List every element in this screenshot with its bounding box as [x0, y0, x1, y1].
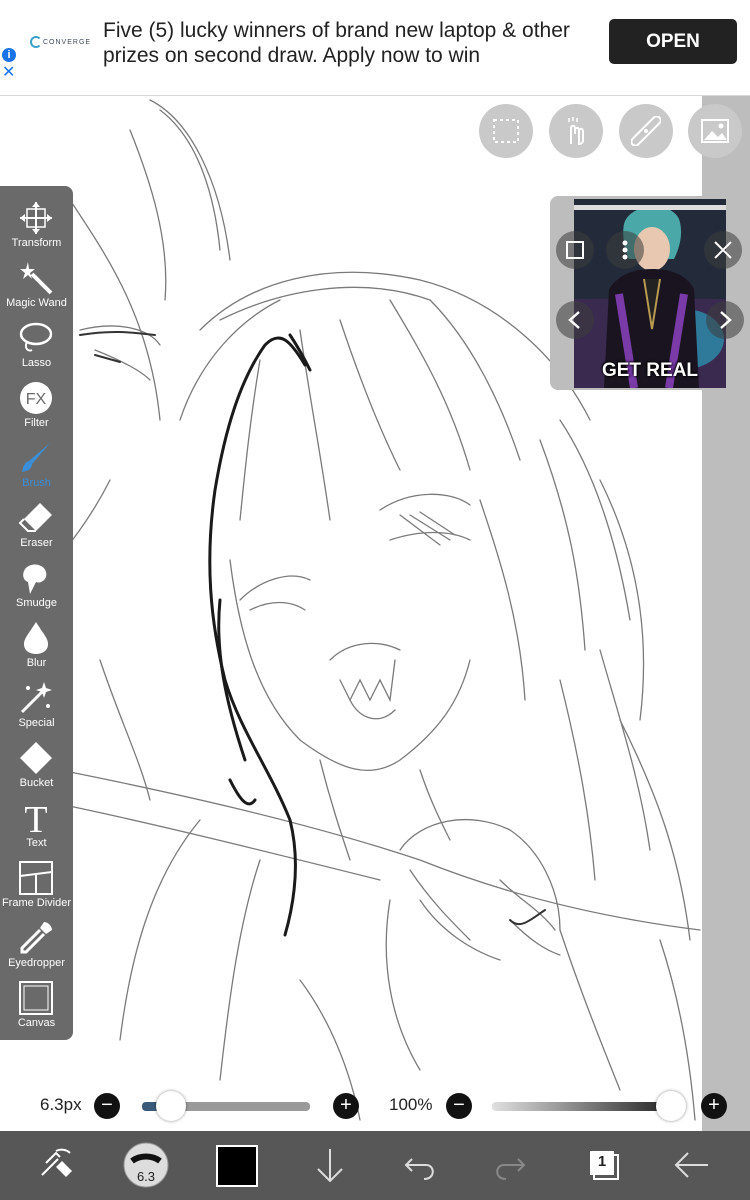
ad-banner[interactable]: i ✕ CONVERGE Five (5) lucky winners of b…: [0, 0, 750, 96]
color-swatch: [216, 1145, 258, 1187]
reference-caption: GET REAL: [601, 360, 699, 381]
undo-button[interactable]: [396, 1141, 444, 1189]
tool-transform[interactable]: Transform: [0, 186, 73, 249]
brush-size-value: 6.3px: [40, 1095, 82, 1114]
selection-icon: [493, 119, 519, 143]
opacity-value: 100%: [389, 1095, 433, 1114]
blur-icon: [24, 622, 48, 654]
opacity-decrease-button[interactable]: −: [446, 1093, 472, 1119]
svg-text:T: T: [24, 800, 47, 836]
tool-panel: Transform Magic Wand Lasso FX Filter Bru…: [0, 186, 73, 1040]
layer-count: 1: [597, 1153, 607, 1170]
tool-lasso[interactable]: Lasso: [0, 306, 73, 369]
transform-icon: [20, 202, 52, 234]
tool-blur[interactable]: Blur: [0, 606, 73, 669]
chevron-right-icon: [720, 311, 732, 329]
tool-magic-wand[interactable]: Magic Wand: [0, 246, 73, 309]
info-icon[interactable]: i: [2, 48, 16, 62]
opacity-knob[interactable]: [656, 1091, 686, 1121]
lasso-icon: [19, 322, 53, 352]
tool-frame-divider[interactable]: Frame Divider: [0, 846, 73, 909]
hand-gesture-icon: [568, 117, 584, 146]
text-icon: T: [24, 800, 47, 836]
download-button[interactable]: [306, 1141, 354, 1189]
tool-canvas[interactable]: Canvas: [0, 966, 73, 1029]
ruler-icon: [631, 116, 661, 146]
eyedropper-icon: [20, 922, 52, 954]
tool-label: Canvas: [17, 1017, 56, 1029]
tool-brush[interactable]: Brush: [0, 426, 73, 489]
redo-icon: [496, 1158, 526, 1180]
svg-text:FX: FX: [26, 391, 47, 408]
quick-menu-button[interactable]: [34, 1141, 82, 1189]
brush-preview-button[interactable]: 6.3: [122, 1141, 170, 1189]
redo-button[interactable]: [486, 1141, 534, 1189]
special-icon: [20, 682, 52, 714]
ad-brand-logo: CONVERGE: [30, 36, 91, 48]
ad-text: Five (5) lucky winners of brand new lapt…: [103, 19, 570, 67]
brush-icon: [22, 443, 50, 472]
open-button[interactable]: OPEN: [609, 19, 737, 64]
minus-icon: −: [453, 1094, 465, 1116]
selection-button[interactable]: [479, 104, 533, 158]
tool-eraser[interactable]: Eraser: [0, 486, 73, 549]
reference-close-button[interactable]: [704, 231, 742, 269]
slider-row: 6.3px − + 100% − +: [0, 1085, 750, 1125]
close-icon: [714, 241, 732, 259]
bucket-icon: [20, 742, 52, 774]
tool-eyedropper[interactable]: Eyedropper: [0, 906, 73, 969]
brush-size-decrease-button[interactable]: −: [94, 1093, 120, 1119]
reference-menu-button[interactable]: [606, 231, 644, 269]
magic-wand-icon: [20, 262, 53, 295]
tool-text[interactable]: T Text: [0, 786, 73, 849]
close-icon[interactable]: ✕: [2, 64, 15, 82]
bottom-toolbar: 6.3 1: [0, 1131, 750, 1200]
layers-button[interactable]: 1: [578, 1141, 626, 1189]
opacity-increase-button[interactable]: +: [701, 1093, 727, 1119]
brush-size-increase-button[interactable]: +: [333, 1093, 359, 1119]
eraser-icon: [18, 503, 52, 532]
image-button[interactable]: [688, 104, 742, 158]
back-button[interactable]: [668, 1141, 716, 1189]
plus-icon: +: [340, 1094, 352, 1116]
transform-rotate-icon: [41, 1148, 72, 1177]
smudge-icon: [23, 564, 47, 594]
tool-bucket[interactable]: Bucket: [0, 726, 73, 789]
fx-icon: FX: [20, 382, 52, 414]
reference-prev-button[interactable]: [556, 301, 594, 339]
chevron-left-icon: [568, 311, 580, 329]
tool-special[interactable]: Special: [0, 666, 73, 729]
tool-smudge[interactable]: Smudge: [0, 546, 73, 609]
plus-icon: +: [708, 1094, 720, 1116]
minus-icon: −: [101, 1094, 113, 1116]
hand-gesture-button[interactable]: [549, 104, 603, 158]
reference-window-mode-button[interactable]: [556, 231, 594, 269]
color-swatch-button[interactable]: [216, 1145, 258, 1187]
arrow-down-icon: [317, 1149, 343, 1183]
opacity-slider[interactable]: [492, 1102, 672, 1111]
tool-filter[interactable]: FX Filter: [0, 366, 73, 429]
square-icon: [566, 241, 584, 259]
brush-size-knob[interactable]: [156, 1091, 187, 1121]
reference-image: GET REAL: [574, 199, 726, 388]
frame-divider-icon: [19, 861, 53, 895]
undo-icon: [404, 1158, 434, 1180]
brush-preview-size: 6.3: [136, 1169, 156, 1184]
more-vertical-icon: [622, 240, 628, 260]
arrow-left-icon: [674, 1152, 708, 1178]
canvas-icon: [19, 981, 53, 1015]
ruler-button[interactable]: [619, 104, 673, 158]
image-icon: [701, 119, 729, 143]
reference-next-button[interactable]: [706, 301, 744, 339]
